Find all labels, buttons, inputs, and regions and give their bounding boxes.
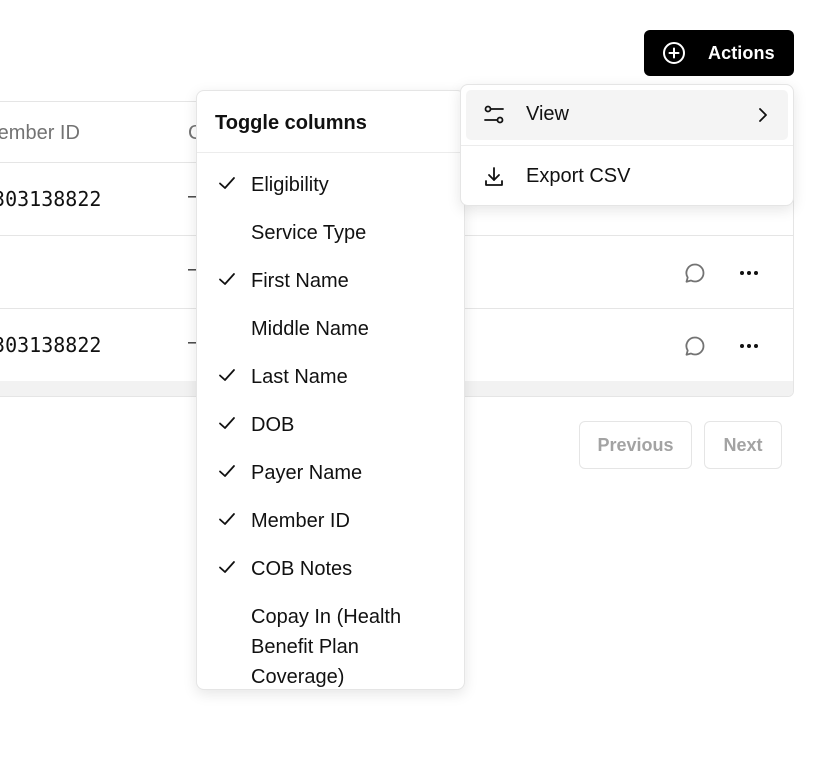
column-option-eligibility[interactable]: Eligibility [197, 170, 464, 218]
sliders-icon [482, 103, 506, 127]
page: Actions Member ID C M303138822 – - – [0, 0, 824, 782]
column-option-dob[interactable]: DOB [197, 410, 464, 458]
column-option-label: DOB [251, 414, 295, 436]
column-option-payer-name[interactable]: Payer Name [197, 458, 464, 506]
download-icon [482, 165, 506, 189]
column-option-copay-in[interactable]: Copay In (Health Benefit Plan Coverage) [197, 602, 464, 689]
column-option-last-name[interactable]: Last Name [197, 362, 464, 410]
actions-menu: View Export CSV [460, 84, 794, 206]
check-icon [217, 557, 237, 577]
column-option-label: Middle Name [251, 318, 369, 340]
column-option-cob-notes[interactable]: COB Notes [197, 554, 464, 602]
actions-button[interactable]: Actions [644, 30, 794, 76]
check-icon [217, 365, 237, 385]
actions-button-label: Actions [708, 42, 775, 63]
toggle-columns-menu: Toggle columns Eligibility Service Type … [196, 90, 465, 690]
column-option-label: Last Name [251, 366, 348, 388]
next-button[interactable]: Next [704, 421, 782, 469]
column-option-label: First Name [251, 270, 349, 292]
member-id-cell: M303138822 [0, 187, 102, 211]
more-icon[interactable] [737, 261, 761, 285]
column-option-label: Eligibility [251, 174, 329, 196]
column-option-label: Service Type [251, 222, 367, 244]
menu-item-export-csv[interactable]: Export CSV [466, 152, 788, 202]
message-icon[interactable] [683, 261, 707, 285]
check-icon [217, 461, 237, 481]
more-icon[interactable] [737, 334, 761, 358]
check-icon [217, 413, 237, 433]
column-header-member-id[interactable]: Member ID [0, 122, 80, 145]
check-icon [217, 173, 237, 193]
column-option-label: Payer Name [251, 462, 363, 484]
plus-circle-icon [662, 41, 686, 65]
menu-item-label: View [526, 103, 569, 125]
menu-divider [461, 145, 793, 146]
message-icon[interactable] [683, 334, 707, 358]
menu-item-view[interactable]: View [466, 90, 788, 140]
column-option-first-name[interactable]: First Name [197, 266, 464, 314]
column-option-label: Copay In (Health Benefit Plan Coverage) [251, 606, 402, 688]
check-icon [217, 509, 237, 529]
chevron-right-icon [752, 104, 774, 126]
previous-button[interactable]: Previous [579, 421, 692, 469]
menu-divider [197, 152, 464, 153]
check-icon [217, 269, 237, 289]
toggle-columns-title: Toggle columns [215, 112, 367, 134]
column-option-label: COB Notes [251, 558, 353, 580]
column-option-middle-name[interactable]: Middle Name [197, 314, 464, 362]
column-option-member-id[interactable]: Member ID [197, 506, 464, 554]
member-id-cell: M303138822 [0, 333, 102, 357]
column-option-service-type[interactable]: Service Type [197, 218, 464, 266]
menu-item-label: Export CSV [526, 165, 631, 187]
column-option-label: Member ID [251, 510, 350, 532]
